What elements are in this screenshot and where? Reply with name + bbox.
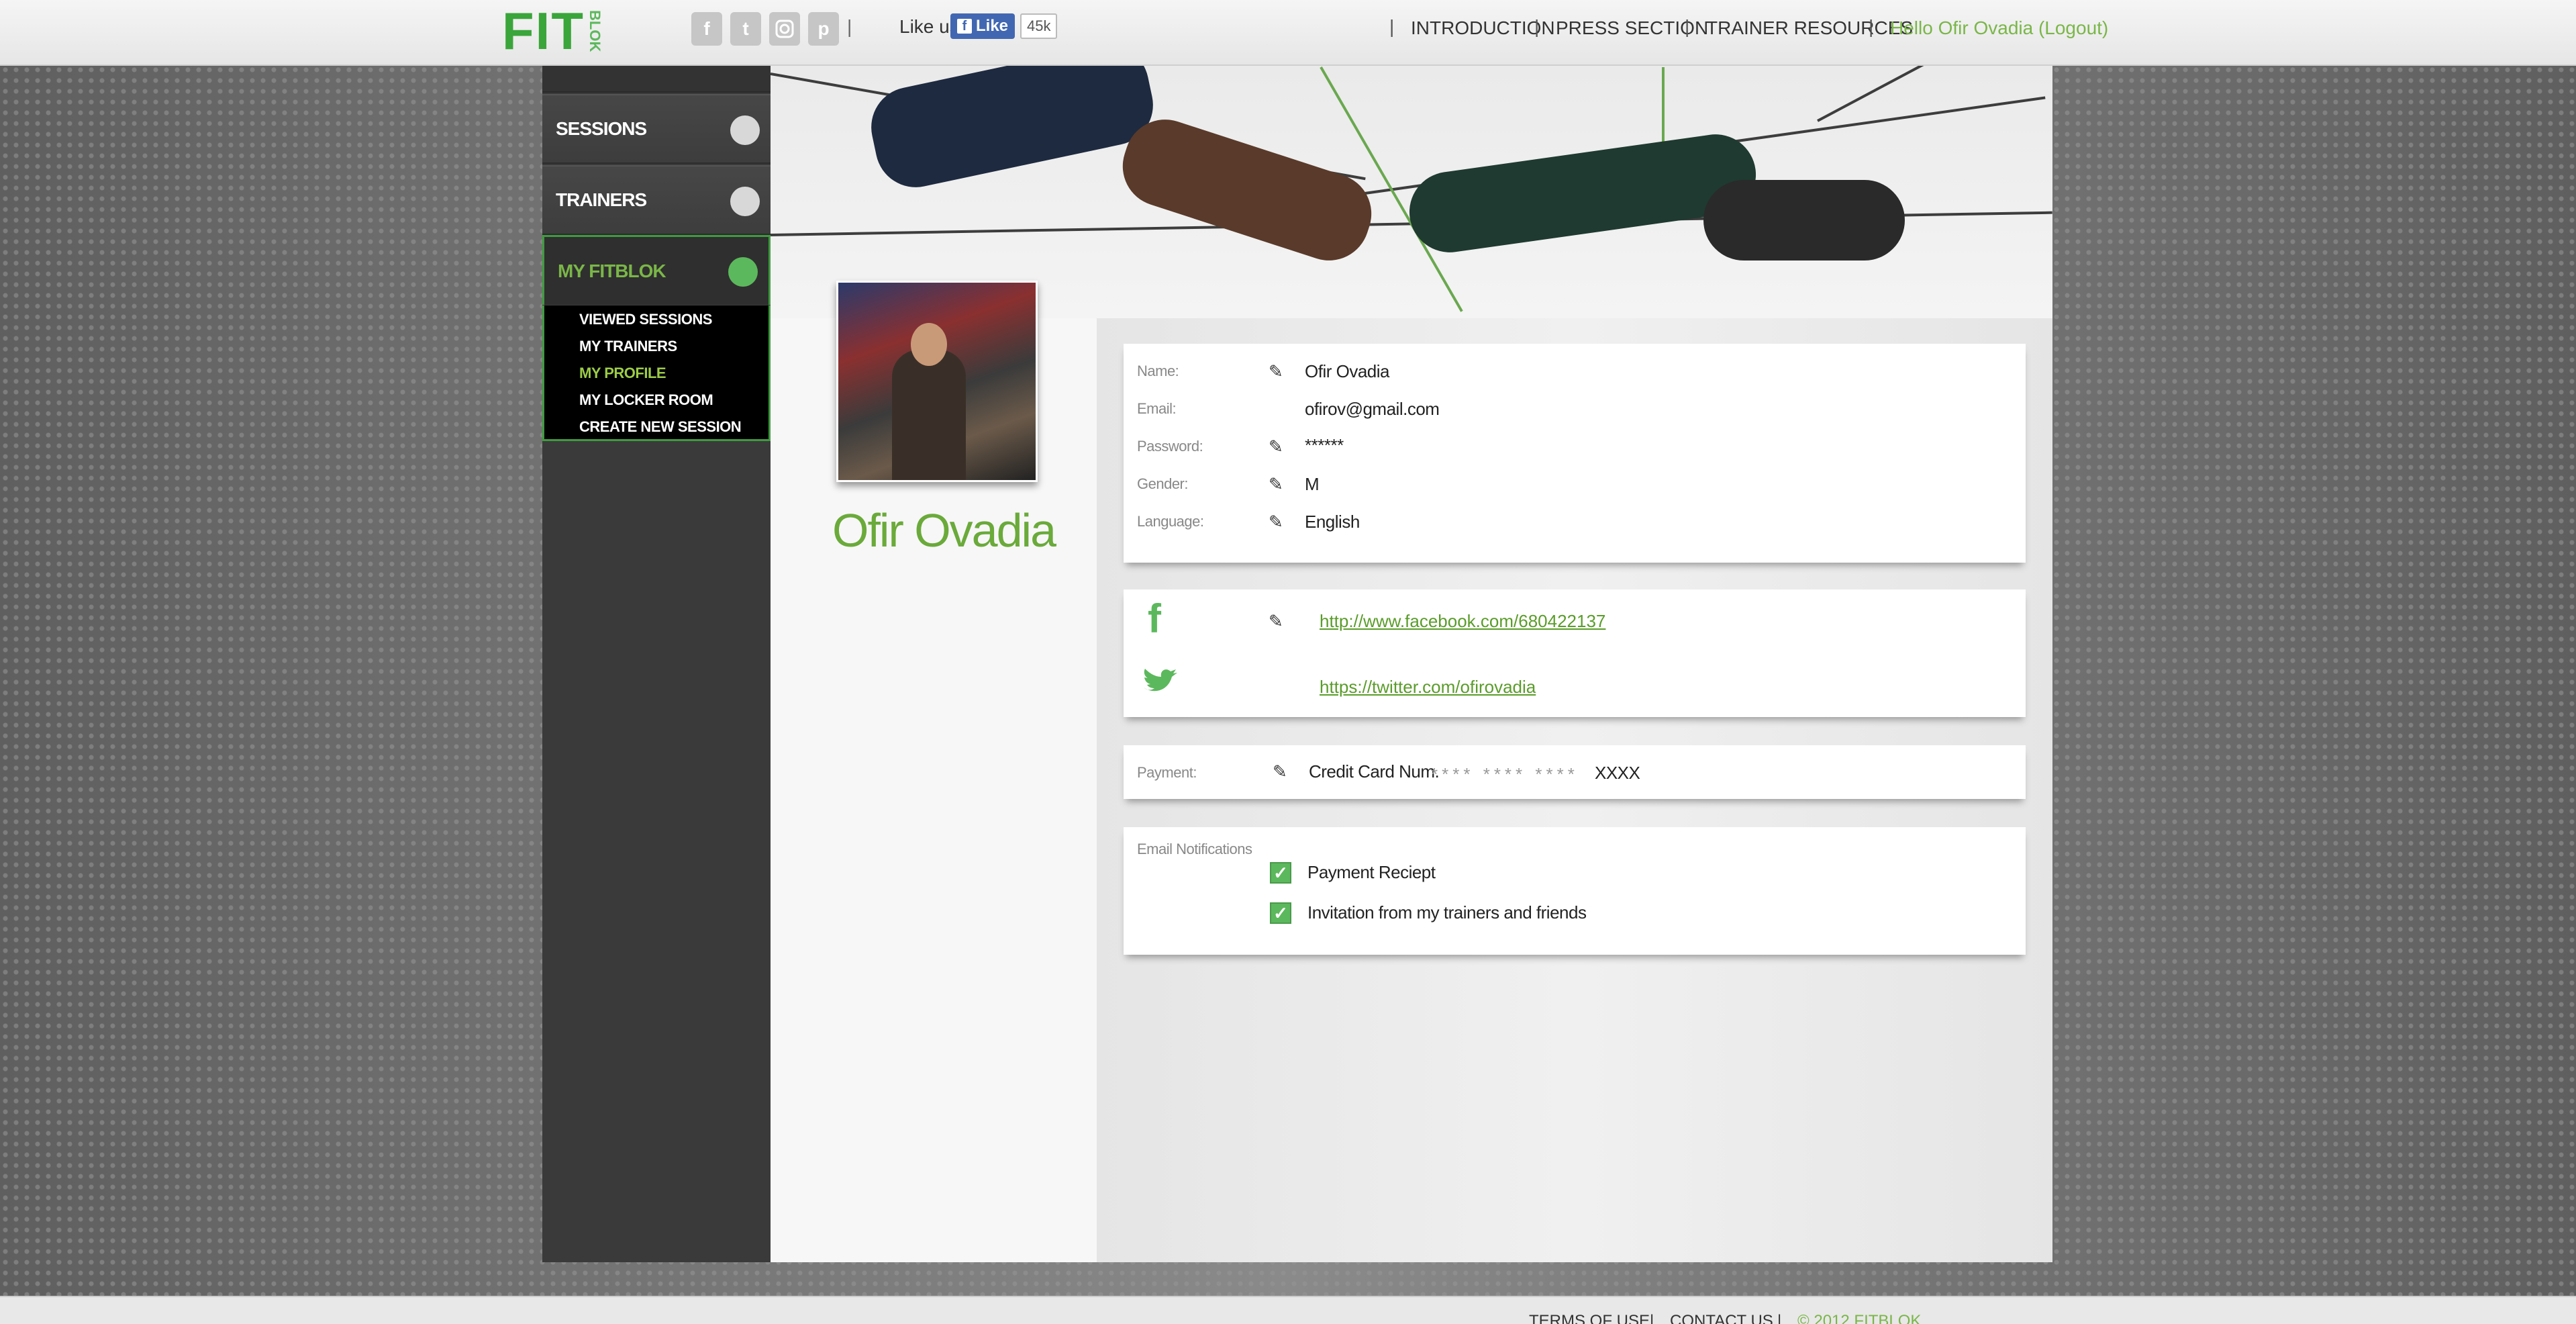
like-label: Like [975,17,1009,35]
like-count: 45k [1020,13,1058,39]
sidebar-item-label: MY FITBLOK [558,260,666,281]
user-greeting-logout[interactable]: Hello Ofir Ovadia (Logout) [1890,17,2108,39]
footer-terms-link[interactable]: TERMS OF USE [1529,1312,1650,1324]
nav-separator: | [1534,16,1540,37]
name-label: Name: [1137,363,1179,379]
payment-receipt-checkbox[interactable]: ✓ [1270,862,1291,884]
email-label: Email: [1137,400,1177,417]
sidebar-item-label: SESSIONS [556,118,647,139]
credit-card-label: Credit Card Num. [1309,761,1440,782]
password-label: Password: [1137,438,1203,455]
sidebar-item-sessions[interactable]: SESSIONS [542,94,771,164]
submenu-my-trainers[interactable]: MY TRAINERS [579,338,677,355]
facebook-like-button[interactable]: f Like [950,13,1015,39]
submenu-create-new-session[interactable]: CREATE NEW SESSION [579,418,742,436]
personal-info-panel: Name: ✎ Ofir Ovadia Email: ofirov@gmail.… [1124,344,2026,563]
edit-language-pencil-icon[interactable]: ✎ [1269,512,1283,532]
sidebar-item-my-fitblok[interactable]: MY FITBLOK [542,235,771,305]
submenu-my-profile[interactable]: MY PROFILE [579,365,666,382]
profile-avatar[interactable] [836,281,1038,482]
badge-icon [728,257,758,287]
trainer-icon [730,187,760,216]
footer: TERMS OF USE | CONTACT US | © 2012 FITBL… [0,1296,2576,1324]
submenu-viewed-sessions[interactable]: VIEWED SESSIONS [579,311,712,328]
logo-text: FIT [502,1,585,60]
edit-name-pencil-icon[interactable]: ✎ [1269,361,1283,382]
footer-separator: | [1777,1312,1782,1324]
payment-panel: Payment: ✎ Credit Card Num. **** **** **… [1124,745,2026,799]
sidebar-top-strip [542,66,771,93]
twitter-profile-link[interactable]: https://twitter.com/ofirovadia [1320,677,1536,698]
top-bar [0,0,2576,66]
sidebar-item-label: TRAINERS [556,189,647,210]
twitter-icon [1141,667,1180,702]
nav-separator: | [1869,16,1874,37]
pinterest-icon[interactable]: p [808,12,839,46]
edit-password-pencil-icon[interactable]: ✎ [1269,436,1283,457]
facebook-icon: f [1148,596,1161,641]
edit-facebook-pencil-icon[interactable]: ✎ [1269,611,1283,632]
email-notifications-panel: Email Notifications ✓ Payment Reciept ✓ … [1124,827,2026,955]
payment-receipt-label: Payment Reciept [1307,862,1436,882]
logo-side-text: BLOK [586,9,603,52]
name-value: Ofir Ovadia [1305,361,1390,381]
nav-separator: | [1685,16,1690,37]
facebook-icon[interactable]: f [691,12,722,46]
nav-introduction[interactable]: INTRODUCTION [1411,17,1555,39]
language-label: Language: [1137,513,1204,530]
invitation-label: Invitation from my trainers and friends [1307,902,1587,923]
card-last-digits: XXXX [1595,763,1640,783]
language-value: English [1305,512,1360,532]
email-value: ofirov@gmail.com [1305,399,1440,419]
edit-payment-pencil-icon[interactable]: ✎ [1273,761,1287,782]
nav-trainer-resources[interactable]: TRAINER RESOURCES [1706,17,1913,39]
instagram-icon[interactable] [769,12,800,46]
footer-contact-link[interactable]: CONTACT US [1670,1312,1773,1324]
submenu-my-locker-room[interactable]: MY LOCKER ROOM [579,391,713,409]
invitation-checkbox[interactable]: ✓ [1270,902,1291,924]
fitblok-logo[interactable]: FIT BLOK [502,1,603,60]
twitter-icon[interactable]: t [730,12,761,46]
notifications-label: Email Notifications [1137,841,1252,857]
profile-display-name: Ofir Ovadia [832,504,1056,557]
footer-separator: | [1650,1312,1654,1324]
sidebar-item-trainers[interactable]: TRAINERS [542,165,771,235]
person-icon [730,115,760,145]
social-links-panel: f ✎ http://www.facebook.com/680422137 ht… [1124,589,2026,717]
password-value: ****** [1305,435,1344,455]
nav-separator: | [1389,16,1395,37]
gender-value: M [1305,474,1320,494]
separator: | [847,16,852,37]
facebook-profile-link[interactable]: http://www.facebook.com/680422137 [1320,611,1605,632]
my-fitblok-submenu: VIEWED SESSIONS MY TRAINERS MY PROFILE M… [542,305,771,441]
facebook-icon: f [956,19,972,34]
payment-label: Payment: [1137,764,1197,781]
card-masked-digits: **** **** **** [1431,764,1579,784]
footer-copyright: © 2012 FITBLOK [1797,1312,1922,1324]
edit-gender-pencil-icon[interactable]: ✎ [1269,474,1283,495]
gender-label: Gender: [1137,475,1189,492]
